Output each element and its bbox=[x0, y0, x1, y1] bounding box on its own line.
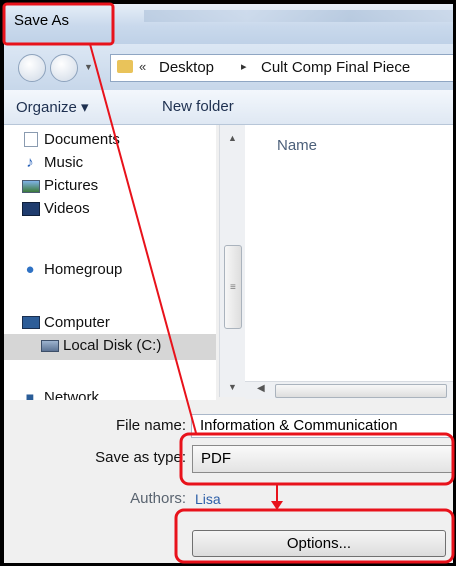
scroll-left-arrow-icon[interactable]: ◀ bbox=[257, 383, 265, 394]
grip-icon: ≡ bbox=[230, 282, 236, 293]
authors-label: Authors: bbox=[130, 490, 186, 507]
scroll-down-arrow-icon[interactable]: ▼ bbox=[228, 382, 237, 392]
file-name-label: File name: bbox=[115, 417, 186, 434]
recent-pages-icon[interactable]: ▼ bbox=[84, 62, 93, 72]
music-icon: ♪ bbox=[26, 154, 34, 171]
authors-value[interactable]: Lisa bbox=[195, 491, 221, 507]
organize-menu[interactable]: Organize ▾ bbox=[16, 98, 89, 116]
new-folder-button[interactable]: New folder bbox=[162, 98, 234, 115]
network-icon: ■ bbox=[25, 389, 35, 401]
nav-pane-scrollbar[interactable]: ▲ ≡ ▼ bbox=[219, 125, 245, 397]
command-bar: Organize ▾ New folder bbox=[4, 90, 453, 125]
options-button[interactable]: Options... bbox=[192, 530, 446, 557]
file-name-input[interactable]: Information & Communication bbox=[191, 414, 453, 438]
title-bar: Save As bbox=[4, 4, 453, 44]
forward-button[interactable] bbox=[50, 54, 78, 82]
documents-icon bbox=[24, 132, 38, 147]
address-root-chevron[interactable]: « bbox=[139, 59, 146, 74]
back-button[interactable] bbox=[18, 54, 46, 82]
horizontal-scrollbar-thumb[interactable] bbox=[275, 384, 447, 398]
name-column-header[interactable]: Name bbox=[277, 137, 317, 154]
breadcrumb-desktop[interactable]: Desktop bbox=[159, 59, 214, 76]
navigation-bar: ▼ « Desktop ▸ Cult Comp Final Piece bbox=[4, 44, 453, 90]
scroll-up-arrow-icon[interactable]: ▲ bbox=[228, 133, 237, 143]
breadcrumb-current-folder[interactable]: Cult Comp Final Piece bbox=[261, 59, 410, 76]
address-bar[interactable]: « Desktop ▸ Cult Comp Final Piece bbox=[110, 54, 453, 82]
breadcrumb-separator[interactable]: ▸ bbox=[241, 60, 247, 73]
homegroup-icon: ● bbox=[25, 261, 35, 278]
file-pane-horizontal-scrollbar[interactable]: ◀ bbox=[245, 381, 453, 399]
blurred-background bbox=[144, 10, 453, 22]
drive-icon bbox=[41, 340, 59, 352]
navigation-pane: Documents ♪ Music Pictures Videos ● Home… bbox=[4, 125, 216, 400]
nav-item-local-disk-selected[interactable]: Local Disk (C:) bbox=[4, 334, 216, 360]
file-list-pane: Name bbox=[245, 125, 453, 397]
save-form: File name: Information & Communication S… bbox=[4, 400, 453, 563]
save-as-type-dropdown[interactable]: PDF bbox=[192, 445, 453, 473]
scrollbar-thumb[interactable]: ≡ bbox=[224, 245, 242, 329]
save-type-label: Save as type: bbox=[95, 449, 186, 466]
computer-icon bbox=[22, 316, 40, 329]
folder-icon bbox=[117, 60, 133, 73]
dialog-title: Save As bbox=[14, 12, 70, 29]
save-as-dialog: Save As ▼ « Desktop ▸ Cult Comp Final Pi… bbox=[4, 4, 453, 563]
pictures-icon bbox=[22, 180, 40, 193]
videos-icon bbox=[22, 202, 40, 216]
